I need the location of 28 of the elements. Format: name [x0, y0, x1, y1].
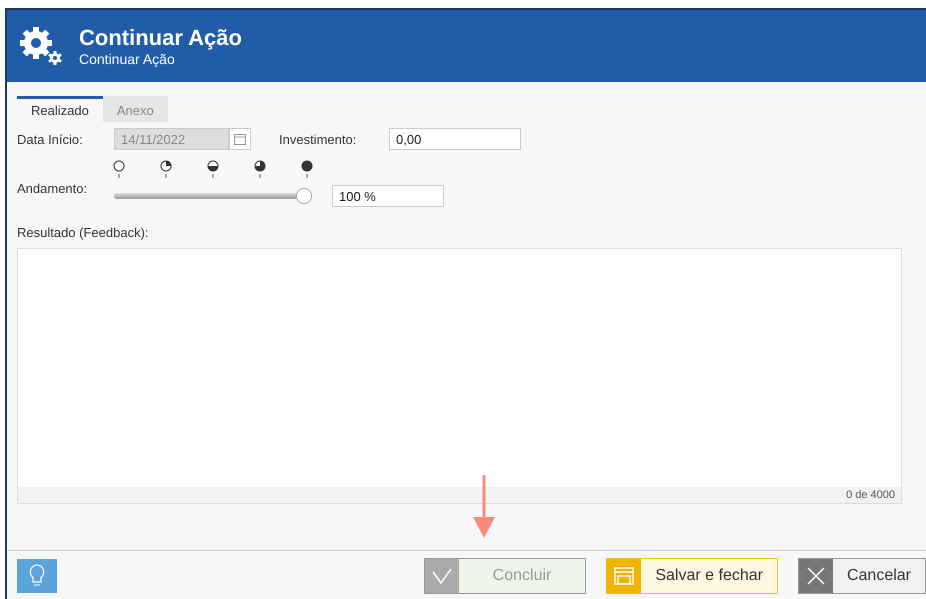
gears-icon	[17, 24, 65, 68]
character-counter: 0 de 4000	[18, 487, 901, 503]
tip-button[interactable]	[17, 559, 57, 593]
calendar-button[interactable]	[229, 128, 251, 150]
field-label: Resultado (Feedback):	[17, 225, 150, 240]
field-label: Investimento:	[279, 132, 358, 146]
save-button[interactable]: Salvar e fechar	[606, 558, 778, 594]
progress-slider[interactable]	[114, 188, 314, 204]
field-label: Data Início:	[17, 132, 84, 146]
slider-thumb[interactable]	[296, 188, 312, 204]
progress-step-icon	[207, 160, 219, 179]
annotation-arrow	[473, 475, 495, 539]
lightbulb-icon	[29, 564, 45, 588]
progress-step-icon	[254, 160, 266, 179]
calendar-icon	[234, 133, 246, 145]
dialog-subtitle: Continuar Ação	[79, 51, 176, 67]
dialog-title: Continuar Ação	[79, 25, 242, 51]
cancel-button[interactable]: Cancelar	[798, 558, 926, 594]
investment-field[interactable]: 0,00	[389, 128, 521, 150]
progress-step-icon	[301, 160, 313, 179]
percent-field[interactable]: 100 %	[332, 185, 444, 207]
checkmark-icon	[432, 568, 452, 584]
feedback-textarea[interactable]: 0 de 4000	[17, 248, 902, 504]
progress-step-icon	[113, 160, 125, 179]
progress-step-icon	[160, 160, 172, 179]
close-icon	[806, 567, 825, 585]
field-label: Andamento:	[17, 181, 88, 196]
save-icon	[614, 567, 634, 585]
